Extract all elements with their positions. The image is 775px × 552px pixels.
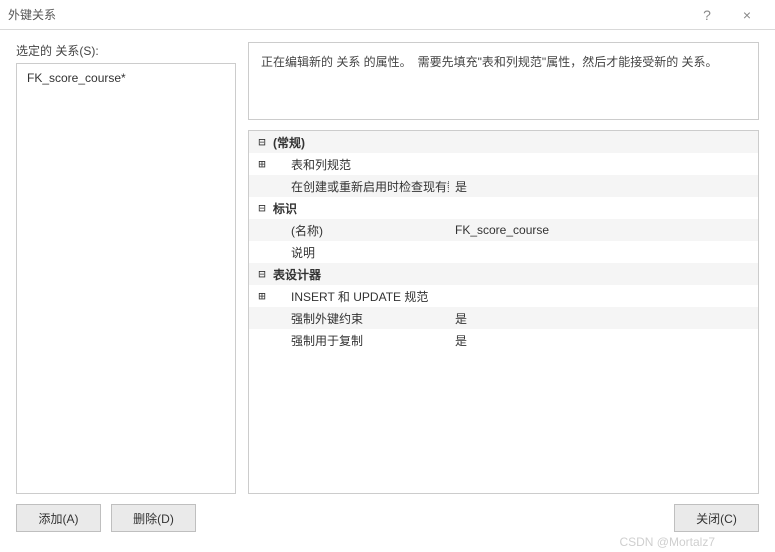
prop-description[interactable]: 说明 [249,241,758,263]
prop-label: 在创建或重新启用时检查现有数 [269,178,449,195]
prop-label: (名称) [269,222,449,239]
collapse-icon[interactable]: ⊟ [255,201,269,215]
category-general[interactable]: ⊟ (常规) [249,131,758,153]
close-icon[interactable]: × [727,7,767,23]
upper-panel: 选定的 关系(S): FK_score_course* 正在编辑新的 关系 的属… [16,42,759,494]
right-column: 正在编辑新的 关系 的属性。 需要先填充"表和列规范"属性，然后才能接受新的 关… [248,42,759,494]
watermark: CSDN @Mortalz7 [619,535,715,549]
collapse-icon[interactable]: ⊟ [255,267,269,281]
property-grid[interactable]: ⊟ (常规) ⊞ 表和列规范 在创建或重新启用时检查现有数 是 ⊟ 标识 [248,130,759,494]
category-identity[interactable]: ⊟ 标识 [249,197,758,219]
description-box: 正在编辑新的 关系 的属性。 需要先填充"表和列规范"属性，然后才能接受新的 关… [248,42,759,120]
list-item[interactable]: FK_score_course* [21,68,231,88]
category-label: 标识 [269,200,297,217]
expand-icon[interactable]: ⊞ [255,157,269,171]
relations-listbox[interactable]: FK_score_course* [16,63,236,494]
prop-check-existing[interactable]: 在创建或重新启用时检查现有数 是 [249,175,758,197]
dialog-content: 选定的 关系(S): FK_score_course* 正在编辑新的 关系 的属… [0,30,775,540]
expand-icon[interactable]: ⊞ [255,289,269,303]
prop-enforce-replication[interactable]: 强制用于复制 是 [249,329,758,351]
prop-enforce-fk[interactable]: 强制外键约束 是 [249,307,758,329]
relations-label: 选定的 关系(S): [16,42,236,59]
prop-label: 强制用于复制 [269,332,449,349]
left-column: 选定的 关系(S): FK_score_course* [16,42,236,494]
prop-table-column-spec[interactable]: ⊞ 表和列规范 [249,153,758,175]
category-label: (常规) [269,134,305,151]
category-designer[interactable]: ⊟ 表设计器 [249,263,758,285]
prop-value[interactable]: 是 [449,310,758,327]
prop-label: 表和列规范 [269,156,449,173]
window-title: 外键关系 [8,6,687,23]
collapse-icon[interactable]: ⊟ [255,135,269,149]
prop-value[interactable]: 是 [449,178,758,195]
prop-value[interactable]: FK_score_course [449,223,758,237]
prop-label: 说明 [269,244,449,261]
prop-insert-update-spec[interactable]: ⊞ INSERT 和 UPDATE 规范 [249,285,758,307]
prop-name[interactable]: (名称) FK_score_course [249,219,758,241]
prop-value[interactable]: 是 [449,332,758,349]
footer: 添加(A) 删除(D) 关闭(C) [16,494,759,532]
help-icon[interactable]: ? [687,7,727,23]
close-button[interactable]: 关闭(C) [674,504,759,532]
prop-label: INSERT 和 UPDATE 规范 [269,288,449,305]
delete-button[interactable]: 删除(D) [111,504,196,532]
add-button[interactable]: 添加(A) [16,504,101,532]
titlebar: 外键关系 ? × [0,0,775,30]
category-label: 表设计器 [269,266,321,283]
prop-label: 强制外键约束 [269,310,449,327]
